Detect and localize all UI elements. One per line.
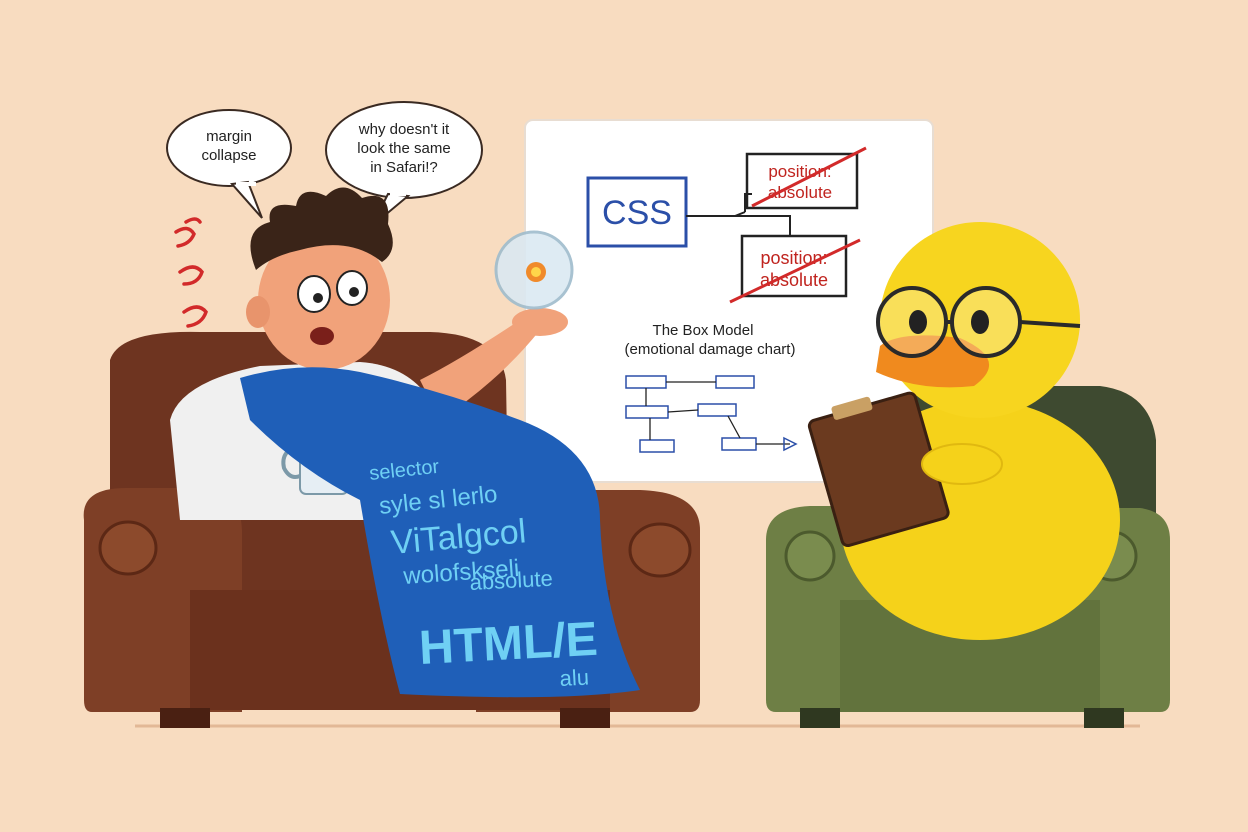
svg-text:why doesn't it: why doesn't it <box>358 121 450 138</box>
svg-text:alu: alu <box>559 664 590 691</box>
svg-text:absolute: absolute <box>469 566 553 595</box>
css-label: CSS <box>602 194 672 232</box>
svg-text:in Safari!?: in Safari!? <box>370 159 438 176</box>
box-model-title: The Box Model <box>653 322 754 339</box>
box-model-subtitle: (emotional damage chart) <box>625 341 796 358</box>
svg-text:look the same: look the same <box>357 140 450 157</box>
speech-bubble-left: margin collapse <box>166 109 292 219</box>
therapy-scene: CSS position: absolute position: absolut… <box>83 101 1170 728</box>
raised-hand <box>512 308 568 336</box>
stress-squiggles <box>174 217 208 328</box>
svg-text:margin: margin <box>206 128 252 145</box>
svg-text:collapse: collapse <box>201 147 256 164</box>
duck-wing <box>921 443 1003 485</box>
svg-text:position:: position: <box>760 248 827 268</box>
